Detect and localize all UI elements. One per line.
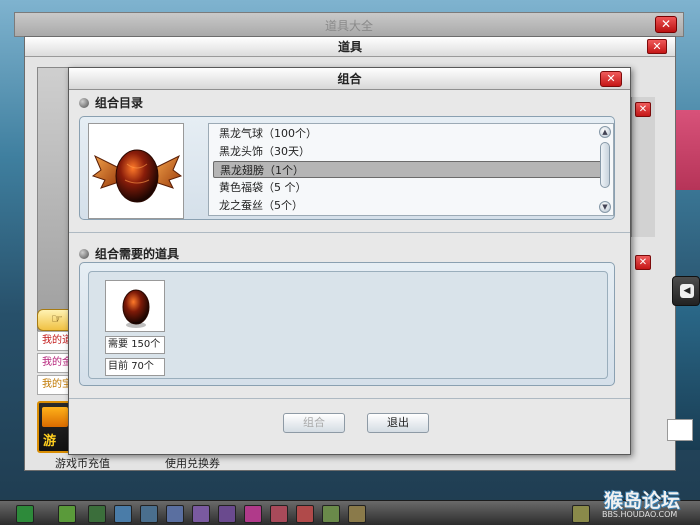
home-icon[interactable] [16,505,34,523]
side-collapse-button[interactable]: ◀ [672,276,700,306]
scroll-up-icon[interactable]: ▲ [599,126,611,138]
catalog-item-selected[interactable]: 黑龙翅膀（1个） [213,161,603,178]
game-mode-char: 游 [43,434,57,449]
bullet-icon [79,249,89,259]
section-divider [69,398,630,399]
section-divider [69,232,630,233]
menu-icon[interactable] [572,505,590,523]
catalog-section-label: 组合目录 [95,96,144,110]
stars-icon[interactable] [296,505,314,523]
recharge-label[interactable]: 游戏币充值 [55,455,110,471]
arrow-left-icon: ◀ [680,284,694,298]
catalog-item[interactable]: 黑龙气球（100个） [213,125,603,142]
back-window-titlebar: 道具大全 ✕ [14,12,684,37]
catalog-item[interactable]: 黄色福袋（5 个） [213,179,603,196]
right-input-box[interactable] [667,419,693,441]
house-icon[interactable] [114,505,132,523]
scroll-thumb[interactable] [600,142,610,188]
voucher-label[interactable]: 使用兑换券 [165,455,220,471]
needed-items-area: 需要 150个 目前 70个 [88,271,608,379]
tool-icon[interactable] [140,505,158,523]
have-label: 目前 [108,361,128,372]
game-taskbar [0,500,700,525]
shop-icon[interactable] [88,505,106,523]
pencil-icon [42,407,68,427]
catalog-list: 黑龙气球（100个） 黑龙头饰（30天） 黑龙翅膀（1个） 黄色福袋（5 个） … [208,123,614,216]
needed-section-label: 组合需要的道具 [95,247,180,261]
back-window-title: 道具大全 [324,19,373,33]
mail-icon[interactable] [348,505,366,523]
flag-icon[interactable] [322,505,340,523]
exit-button[interactable]: 退出 [367,413,429,433]
catalog-panel: 黑龙气球（100个） 黑龙头饰（30天） 黑龙翅膀（1个） 黄色福袋（5 个） … [79,116,615,220]
car-icon[interactable] [166,505,184,523]
needed-count-row: 需要 150个 [105,336,165,354]
scroll-down-icon[interactable]: ▼ [599,201,611,213]
combine-dialog-close-button[interactable]: ✕ [600,71,622,87]
needed-items-panel: 需要 150个 目前 70个 [79,262,615,386]
back-icon[interactable] [58,505,76,523]
combine-button[interactable]: 组合 [283,413,345,433]
group-icon[interactable] [218,505,236,523]
catalog-item[interactable]: 龙之蚕丝（5个） [213,197,603,214]
book-icon[interactable] [270,505,288,523]
bullet-icon [79,98,89,108]
right-item-panel [631,97,655,237]
current-count-row: 目前 70个 [105,358,165,376]
right-panel-close-top[interactable]: ✕ [635,102,651,117]
catalog-scrollbar[interactable]: ▲ ▼ [599,126,611,213]
items-window-close-button[interactable]: ✕ [647,39,667,54]
heart-icon[interactable] [244,505,262,523]
catalog-section-title: 组合目录 [79,95,143,111]
dragon-egg-icon [122,289,150,328]
back-window-close-button[interactable]: ✕ [655,16,677,33]
watermark-url: BBS.HOUDAO.COM [602,510,678,519]
combine-dialog: 组合 ✕ 组合目录 黑龙气球（100个） 黑龙头饰（30天） 黑龙翅膀（1个） … [68,67,631,455]
need-label: 需要 [108,339,128,350]
gift-icon[interactable] [192,505,210,523]
have-value: 70个 [131,361,154,372]
selected-item-image [88,123,184,219]
catalog-item[interactable]: 黑龙头饰（30天） [213,143,603,160]
right-panel-close-bottom[interactable]: ✕ [635,255,651,270]
dragon-wings-icon [91,149,183,203]
items-window-title: 道具 [25,37,675,57]
combine-dialog-title: 组合 [69,68,630,90]
need-value: 150个 [131,339,161,350]
bottom-labels: 游戏币充值 使用兑换券 [55,453,355,471]
watermark-logo: 猴岛论坛 [604,490,681,512]
needed-item-image [105,280,165,332]
needed-section-title: 组合需要的道具 [79,246,179,262]
